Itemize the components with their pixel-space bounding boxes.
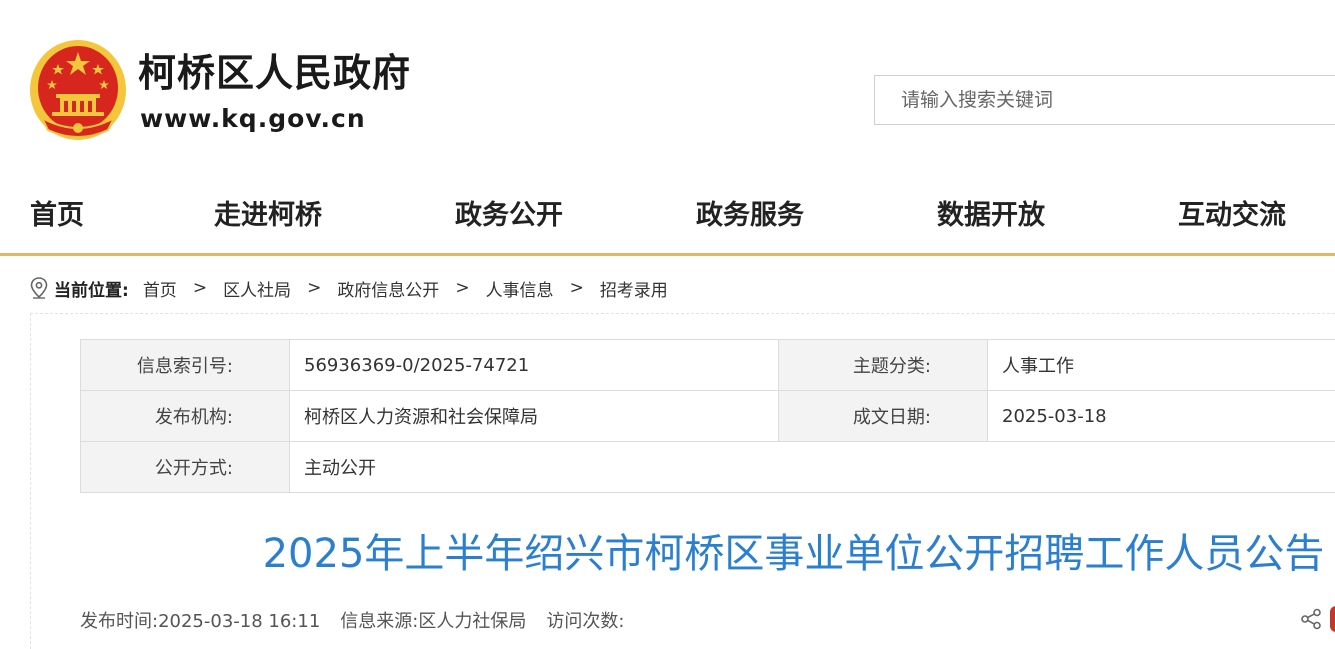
- date-value: 2025-03-18: [987, 390, 1335, 442]
- table-row: 信息索引号: 56936369-0/2025-74721 主题分类: 人事工作: [80, 339, 1335, 391]
- nav-item-open-data[interactable]: 数据开放: [937, 196, 1045, 236]
- breadcrumb-item-info-disclosure[interactable]: 政府信息公开: [337, 276, 439, 301]
- article-title-text: 2025年上半年绍兴市柯桥区事业单位公开招聘工作人员公告: [262, 531, 1325, 577]
- breadcrumb-separator: >: [307, 278, 322, 298]
- index-label: 信息索引号:: [80, 339, 290, 391]
- date-label: 成文日期:: [778, 390, 988, 442]
- national-emblem-icon[interactable]: [28, 38, 128, 142]
- breadcrumb-item-home[interactable]: 首页: [143, 276, 177, 301]
- breadcrumb: 当前位置: 首页 > 区人社局 > 政府信息公开 > 人事信息 > 招考录用: [30, 275, 668, 301]
- breadcrumb-item-recruitment[interactable]: 招考录用: [600, 276, 668, 301]
- method-label: 公开方式:: [80, 441, 290, 493]
- search-input[interactable]: [875, 76, 1335, 124]
- nav-item-home[interactable]: 首页: [30, 196, 84, 236]
- topic-value: 人事工作: [987, 339, 1335, 391]
- index-value: 56936369-0/2025-74721: [289, 339, 779, 391]
- breadcrumb-separator: >: [569, 278, 584, 298]
- breadcrumb-item-hrss[interactable]: 区人社局: [223, 276, 291, 301]
- location-pin-icon: [30, 277, 48, 299]
- site-url[interactable]: www.kq.gov.cn: [140, 104, 366, 134]
- share-icon[interactable]: [1300, 608, 1322, 630]
- publish-info: 发布时间:2025-03-18 16:11 信息来源:区人力社保局 访问次数:: [80, 607, 624, 633]
- nav-item-about[interactable]: 走进柯桥: [214, 196, 322, 236]
- org-value: 柯桥区人力资源和社会保障局: [289, 390, 779, 442]
- nav-item-interaction[interactable]: 互动交流: [1178, 196, 1286, 236]
- visit-count: 访问次数:: [546, 611, 625, 632]
- breadcrumb-separator: >: [192, 278, 208, 298]
- search-box: [874, 75, 1335, 125]
- method-value: 主动公开: [289, 441, 1335, 493]
- site-name[interactable]: 柯桥区人民政府: [138, 50, 411, 96]
- breadcrumb-label: 当前位置:: [54, 280, 129, 301]
- article-title: 2025年上半年绍兴市柯桥区事业单位公开招聘工作人员公告: [0, 528, 1335, 580]
- org-label: 发布机构:: [80, 390, 290, 442]
- nav-item-gov-services[interactable]: 政务服务: [696, 196, 804, 236]
- table-row: 公开方式: 主动公开: [80, 441, 1335, 493]
- nav-item-gov-affairs[interactable]: 政务公开: [455, 196, 563, 236]
- info-meta-table: 信息索引号: 56936369-0/2025-74721 主题分类: 人事工作 …: [80, 339, 1335, 493]
- publish-time: 发布时间:2025-03-18 16:11: [80, 611, 321, 632]
- nav-divider: [0, 253, 1335, 256]
- main-nav: 首页 走进柯桥 政务公开 政务服务 数据开放 互动交流: [0, 188, 1335, 244]
- side-float-button[interactable]: [1330, 606, 1335, 632]
- site-header: 柯桥区人民政府 www.kq.gov.cn: [0, 0, 1335, 170]
- breadcrumb-separator: >: [455, 278, 470, 298]
- info-source: 信息来源:区人力社保局: [340, 611, 527, 632]
- breadcrumb-item-personnel-info[interactable]: 人事信息: [486, 276, 554, 301]
- topic-label: 主题分类:: [778, 339, 988, 391]
- table-row: 发布机构: 柯桥区人力资源和社会保障局 成文日期: 2025-03-18: [80, 390, 1335, 442]
